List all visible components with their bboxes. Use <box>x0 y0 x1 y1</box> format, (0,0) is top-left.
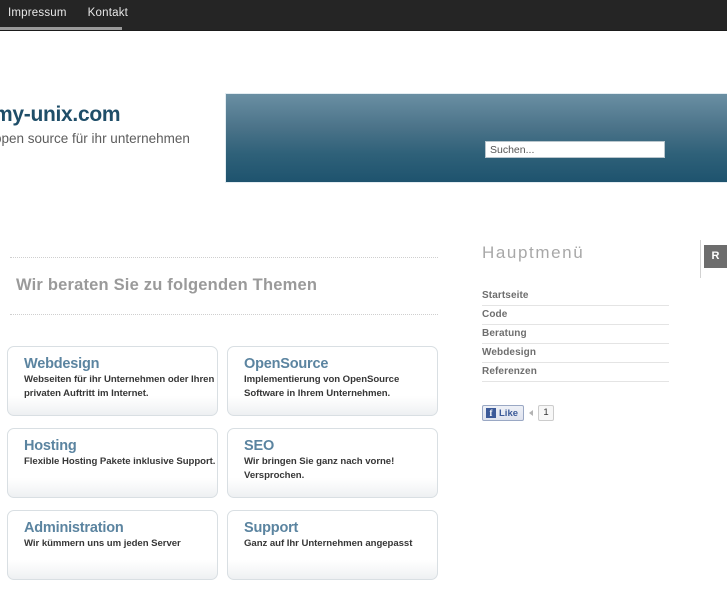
facebook-like-label: Like <box>499 407 519 419</box>
top-navigation-bar: Impressum Kontakt <box>0 0 727 31</box>
service-box-title: OpenSource <box>244 356 329 372</box>
service-box-text: Flexible Hosting Pakete inklusive Suppor… <box>24 456 216 467</box>
service-box-title: Hosting <box>24 438 77 454</box>
right-edge-tab[interactable]: R <box>704 245 727 268</box>
service-box-row: Hosting Flexible Hosting Pakete inklusiv… <box>7 428 455 498</box>
sidebar-menu: Startseite Code Beratung Webdesign Refer… <box>482 287 669 382</box>
callout-arrow-icon <box>529 410 534 416</box>
service-box-opensource[interactable]: OpenSource Implementierung von OpenSourc… <box>227 346 438 416</box>
facebook-like-widget: f Like 1 <box>482 405 555 421</box>
sidebar-item-code[interactable]: Code <box>482 306 669 325</box>
page-title-section: Wir beraten Sie zu folgenden Themen <box>10 257 438 315</box>
top-nav-items: Impressum Kontakt <box>8 0 149 27</box>
service-box-title: Support <box>244 520 299 536</box>
nav-item-kontakt[interactable]: Kontakt <box>88 0 139 27</box>
site-header: my-unix.com open source für ihr unterneh… <box>0 31 727 183</box>
facebook-like-button[interactable]: f Like <box>482 405 525 421</box>
sidebar-item-beratung[interactable]: Beratung <box>482 325 669 344</box>
service-box-seo[interactable]: SEO Wir bringen Sie ganz nach vorne! Ver… <box>227 428 438 498</box>
service-box-text: Implementierung von OpenSource Software … <box>244 374 400 399</box>
service-box-administration[interactable]: Administration Wir kümmern uns um jeden … <box>7 510 218 580</box>
page-content: Wir beraten Sie zu folgenden Themen Webd… <box>0 161 727 580</box>
sidebar-item-referenzen[interactable]: Referenzen <box>482 363 669 382</box>
service-box-title: SEO <box>244 438 275 454</box>
right-tab-divider <box>700 240 701 278</box>
service-box-text: Ganz auf Ihr Unternehmen angepasst <box>244 538 413 549</box>
service-box-webdesign[interactable]: Webdesign Webseiten für ihr Unternehmen … <box>7 346 218 416</box>
page-title: Wir beraten Sie zu folgenden Themen <box>16 276 318 294</box>
nav-item-impressum[interactable]: Impressum <box>8 0 78 27</box>
sidebar-item-startseite[interactable]: Startseite <box>482 287 669 306</box>
service-box-title: Webdesign <box>24 356 100 372</box>
service-box-title: Administration <box>24 520 124 536</box>
facebook-like-count: 1 <box>538 405 555 421</box>
service-box-text: Webseiten für ihr Unternehmen oder Ihren… <box>24 374 215 399</box>
sidebar-title: Hauptmenü <box>482 243 585 262</box>
facebook-icon: f <box>486 408 496 418</box>
site-logo[interactable]: my-unix.com <box>0 103 121 127</box>
service-box-row: Webdesign Webseiten für ihr Unternehmen … <box>7 346 455 416</box>
sidebar-item-webdesign[interactable]: Webdesign <box>482 344 669 363</box>
service-box-hosting[interactable]: Hosting Flexible Hosting Pakete inklusiv… <box>7 428 218 498</box>
service-box-text: Wir bringen Sie ganz nach vorne! Verspro… <box>244 456 395 481</box>
service-box-support[interactable]: Support Ganz auf Ihr Unternehmen angepas… <box>227 510 438 580</box>
service-box-grid: Webdesign Webseiten für ihr Unternehmen … <box>7 346 455 592</box>
search-input[interactable] <box>485 141 665 158</box>
service-box-row: Administration Wir kümmern uns um jeden … <box>7 510 455 580</box>
service-box-text: Wir kümmern uns um jeden Server <box>24 538 181 549</box>
site-tagline: open source für ihr unternehmen <box>0 131 190 146</box>
